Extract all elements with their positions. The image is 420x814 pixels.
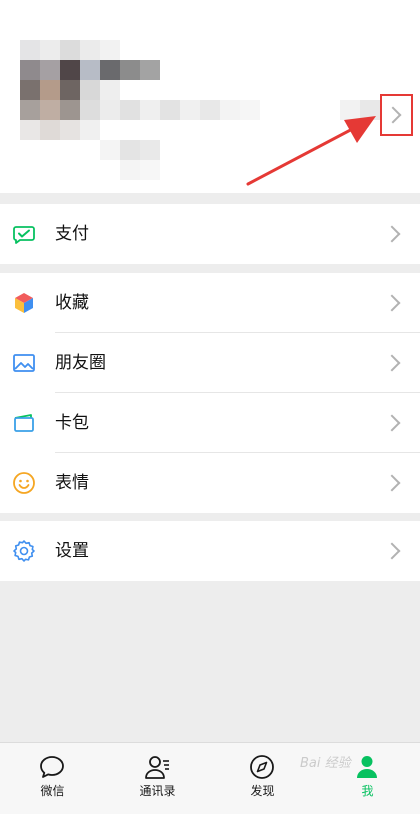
menu-item-settings-label: 设置 bbox=[55, 541, 89, 561]
chevron-right-icon bbox=[383, 474, 401, 492]
menu-item-stickers[interactable]: 表情 bbox=[0, 453, 420, 513]
chevron-right-icon bbox=[383, 414, 401, 432]
tab-chats[interactable]: 微信 bbox=[0, 743, 105, 814]
menu-item-cards[interactable]: 卡包 bbox=[0, 393, 420, 453]
wallet-check-icon bbox=[13, 226, 35, 244]
chevron-right-icon bbox=[383, 354, 401, 372]
tab-chats-label: 微信 bbox=[40, 784, 65, 798]
menu-item-favorites-label: 收藏 bbox=[55, 293, 89, 313]
compass-icon bbox=[250, 755, 274, 779]
profile-header[interactable] bbox=[0, 0, 420, 193]
menu-item-favorites[interactable]: 收藏 bbox=[0, 273, 420, 333]
annotation-highlight-box bbox=[380, 94, 413, 136]
menu-item-cards-label: 卡包 bbox=[55, 413, 89, 433]
image-icon bbox=[13, 354, 35, 372]
chevron-right-icon bbox=[383, 542, 401, 560]
smiley-icon bbox=[13, 472, 35, 494]
menu-group-pay: 支付 bbox=[0, 204, 420, 264]
cube-icon bbox=[15, 293, 33, 313]
blurred-avatar[interactable] bbox=[20, 40, 160, 140]
menu-item-stickers-label: 表情 bbox=[55, 473, 89, 493]
contacts-icon bbox=[145, 756, 169, 779]
menu-item-settings[interactable]: 设置 bbox=[0, 521, 420, 581]
chevron-right-icon bbox=[383, 225, 401, 243]
blurred-status bbox=[100, 140, 160, 180]
chevron-right-icon bbox=[383, 294, 401, 312]
menu-item-pay[interactable]: 支付 bbox=[0, 204, 420, 264]
gear-icon bbox=[13, 540, 35, 562]
menu-group-main: 收藏 朋友圈 卡包 表情 bbox=[0, 273, 420, 513]
tab-contacts-label: 通讯录 bbox=[139, 784, 176, 798]
watermark: Bai 经验 bbox=[300, 756, 351, 771]
annotation-arrow bbox=[246, 116, 376, 186]
menu-item-moments[interactable]: 朋友圈 bbox=[0, 333, 420, 393]
menu-item-pay-label: 支付 bbox=[55, 224, 89, 244]
blurred-account-id bbox=[100, 100, 260, 120]
menu-group-settings: 设置 bbox=[0, 521, 420, 581]
card-icon bbox=[14, 414, 34, 432]
menu-item-moments-label: 朋友圈 bbox=[55, 353, 106, 373]
tab-contacts[interactable]: 通讯录 bbox=[105, 743, 210, 814]
chat-bubble-icon bbox=[40, 756, 64, 778]
